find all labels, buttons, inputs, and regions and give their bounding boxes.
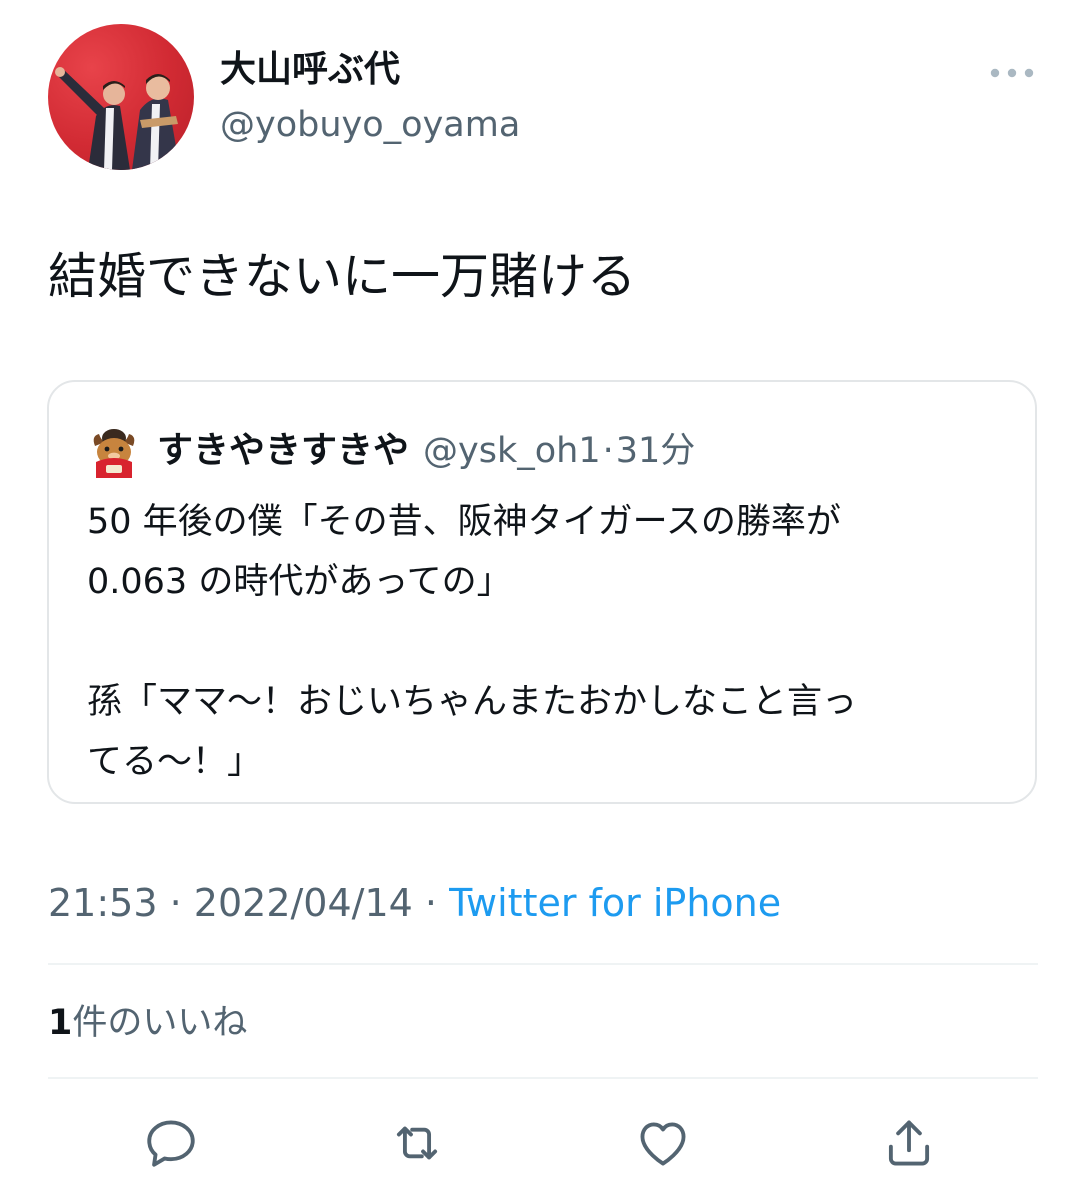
quoted-text-line: てる〜！」: [87, 742, 263, 782]
quoted-author-handle: @ysk_oh1: [423, 431, 601, 471]
tweet-source-link[interactable]: Twitter for iPhone: [449, 881, 781, 925]
quoted-time-ago: 31分: [615, 431, 696, 471]
quoted-tweet-header: すきやきすきや @ysk_oh1·31分: [157, 426, 695, 482]
tweet-meta: 21:53 · 2022/04/14 · Twitter for iPhone: [48, 876, 781, 930]
tweet-text: 結婚できないに一万賭ける: [48, 248, 637, 305]
retweet-icon: [396, 1126, 438, 1160]
like-button[interactable]: [632, 1112, 694, 1174]
reply-button[interactable]: [140, 1112, 202, 1174]
divider: [48, 1077, 1038, 1079]
likes-count: 1: [48, 1003, 73, 1043]
author-avatar[interactable]: [48, 24, 194, 170]
quoted-tweet-card[interactable]: すきやきすきや @ysk_oh1·31分 50 年後の僕「その昔、阪神タイガースの…: [47, 380, 1037, 804]
quoted-text-line: 孫「ママ〜！おじいちゃんまたおかしなこと言っ: [87, 682, 858, 722]
quoted-author-avatar: [87, 424, 141, 478]
quoted-text-blank-line: [87, 612, 1027, 672]
reply-icon: [147, 1120, 195, 1167]
tweet-date[interactable]: 2022/04/14: [194, 881, 413, 925]
avatar-photo-image: [55, 67, 180, 170]
divider: [48, 963, 1038, 965]
quoted-author-name: すきやきすきや: [157, 430, 410, 471]
author-handle[interactable]: @yobuyo_oyama: [220, 103, 520, 147]
likes-summary[interactable]: 1件のいいね: [48, 998, 247, 1048]
share-icon: [888, 1120, 930, 1166]
meta-separator: ·: [169, 881, 182, 925]
likes-label: 件のいいね: [72, 1003, 248, 1043]
author-display-name[interactable]: 大山呼ぶ代: [220, 48, 400, 92]
quoted-separator: ·: [602, 431, 614, 471]
more-options-button[interactable]: [984, 56, 1040, 90]
quoted-tweet-body: 50 年後の僕「その昔、阪神タイガースの勝率が 0.063 の時代があっての」 …: [87, 492, 1027, 792]
more-horizontal-icon: [990, 68, 1034, 78]
quoted-text-line: 50 年後の僕「その昔、阪神タイガースの勝率が: [87, 502, 841, 542]
tweet-time[interactable]: 21:53: [48, 881, 158, 925]
mascot-avatar-image: [93, 429, 135, 478]
quoted-text-line: 0.063 の時代があっての」: [87, 562, 512, 602]
retweet-button[interactable]: [386, 1112, 448, 1174]
heart-icon: [640, 1122, 686, 1166]
meta-separator: ·: [424, 881, 438, 925]
share-button[interactable]: [878, 1112, 940, 1174]
